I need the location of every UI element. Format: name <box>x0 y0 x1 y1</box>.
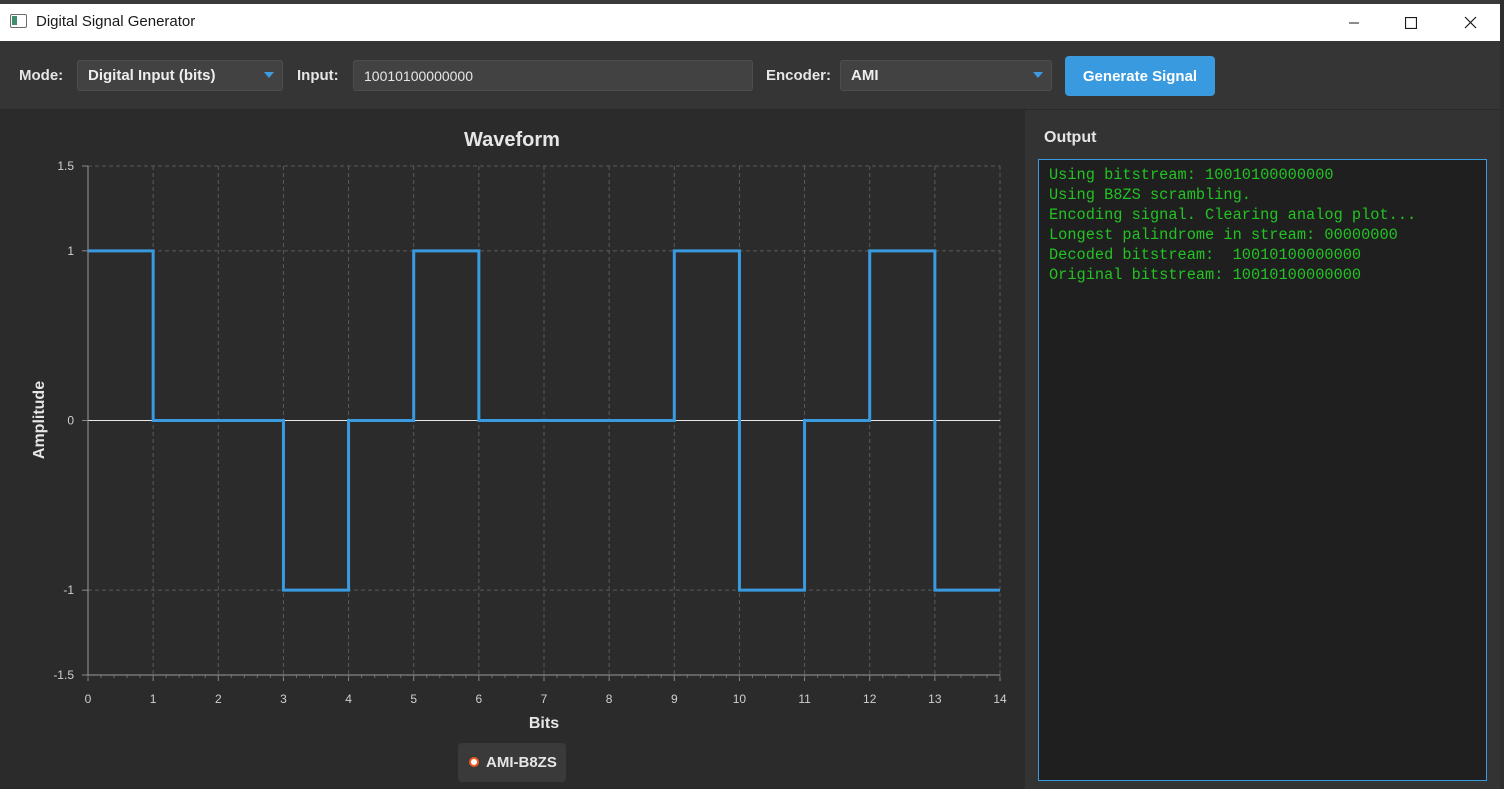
x-tick-label: 3 <box>280 692 287 706</box>
x-tick-label: 8 <box>606 692 613 706</box>
x-tick-label: 6 <box>476 692 483 706</box>
x-tick-label: 12 <box>863 692 877 706</box>
x-tick-label: 0 <box>85 692 92 706</box>
output-line: Using bitstream: 10010100000000 <box>1049 166 1334 184</box>
output-line: Longest palindrome in stream: 00000000 <box>1049 226 1398 244</box>
x-tick-label: 4 <box>345 692 352 706</box>
window-title: Digital Signal Generator <box>36 13 196 30</box>
chart-legend[interactable]: AMI-B8ZS <box>458 743 566 782</box>
bits-input[interactable] <box>353 60 753 91</box>
app-window: Digital Signal Generator Mode: Digital I… <box>0 4 1500 789</box>
x-tick-label: 5 <box>410 692 417 706</box>
legend-marker <box>469 757 479 767</box>
chart-title: Waveform <box>464 129 560 151</box>
x-tick-label: 13 <box>928 692 942 706</box>
output-label: Output <box>1044 129 1097 146</box>
output-line: Original bitstream: 10010100000000 <box>1049 266 1362 284</box>
waveform-chart: 0 1 2 3 4 5 6 7 8 9 10 11 12 13 141.510-1-1.5 Waveform… <box>31 129 1007 732</box>
minimize-icon <box>1349 22 1359 23</box>
output-pane: Output Using bitstream: 10010100000000 U… <box>1025 110 1500 789</box>
mode-label: Mode: <box>19 67 64 84</box>
y-tick-label: 1 <box>67 244 74 258</box>
output-textarea[interactable]: Using bitstream: 10010100000000 Using B8… <box>1038 159 1487 781</box>
encoder-dropdown[interactable]: AMI <box>840 60 1052 91</box>
x-tick-label: 10 <box>733 692 747 706</box>
legend-label: AMI-B8ZS <box>486 754 557 771</box>
y-axis-label: Amplitude <box>31 381 48 459</box>
encoder-value: AMI <box>851 67 879 84</box>
y-tick-label: 1.5 <box>57 159 74 173</box>
x-tick-label: 7 <box>541 692 548 706</box>
maximize-button[interactable] <box>1382 4 1440 41</box>
y-tick-label: -1.5 <box>53 668 74 682</box>
x-tick-label: 1 <box>150 692 157 706</box>
y-tick-label: 0 <box>67 414 74 428</box>
x-tick-label: 2 <box>215 692 222 706</box>
generate-signal-button[interactable]: Generate Signal <box>1065 56 1215 96</box>
x-tick-label: 9 <box>671 692 678 706</box>
output-line: Encoding signal. Clearing analog plot... <box>1049 206 1417 224</box>
chart-pane: 0 1 2 3 4 5 6 7 8 9 10 11 12 13 14 1.5 1 0 -1 -1.5 Waveform… <box>0 110 1025 789</box>
mode-value: Digital Input (bits) <box>88 67 216 84</box>
y-tick-label: -1 <box>63 583 74 597</box>
chevron-down-icon <box>1033 72 1043 78</box>
encoder-label: Encoder: <box>766 67 832 84</box>
x-tick-label: 11 <box>798 692 811 706</box>
toolbar: Mode: Digital Input (bits) Input: Encode… <box>0 41 1500 110</box>
close-icon <box>1464 16 1476 29</box>
app-icon <box>10 14 27 28</box>
x-tick-label: 14 <box>993 692 1007 706</box>
close-button[interactable] <box>1441 4 1499 41</box>
output-line: Using B8ZS scrambling. <box>1049 186 1251 204</box>
output-line: Decoded bitstream: 10010100000000 <box>1049 246 1362 264</box>
chevron-down-icon <box>264 72 274 78</box>
background-edge <box>1500 0 1504 789</box>
maximize-icon <box>1405 16 1417 29</box>
input-label: Input: <box>297 67 339 84</box>
title-bar[interactable]: Digital Signal Generator <box>0 4 1500 41</box>
x-axis-label: Bits <box>529 715 559 732</box>
minimize-button[interactable] <box>1325 4 1383 41</box>
mode-dropdown[interactable]: Digital Input (bits) <box>77 60 283 91</box>
